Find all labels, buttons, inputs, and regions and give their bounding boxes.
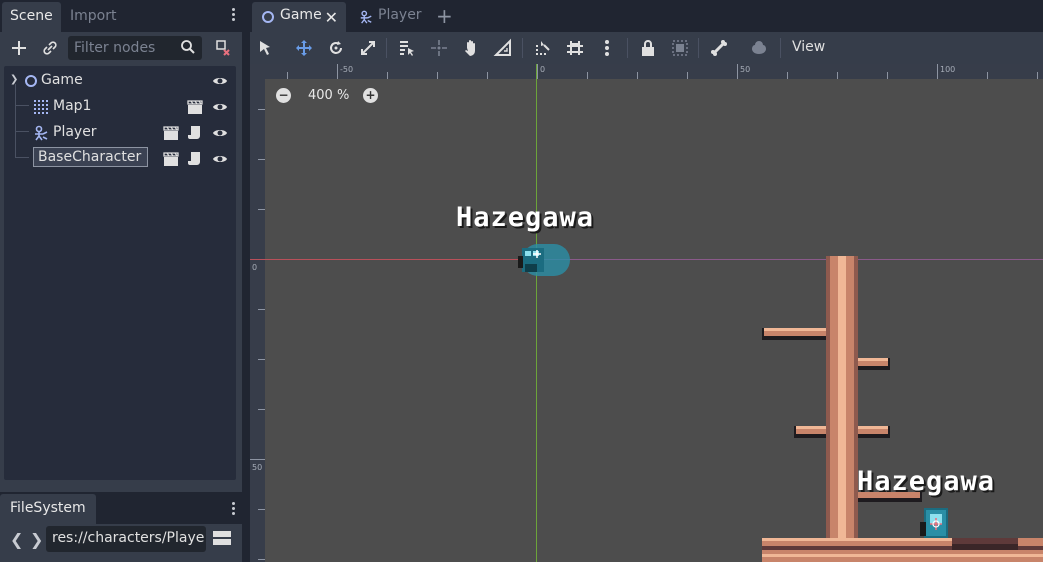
tree-item-label: Player: [53, 124, 97, 140]
scene-tab-label: Player: [378, 7, 422, 23]
ruler-label: 50: [252, 463, 263, 472]
tilemap-icon: [34, 100, 48, 114]
clapperboard-icon[interactable]: [163, 125, 179, 141]
scene-tab-label: Game: [280, 7, 322, 23]
tree-item-label: Map1: [53, 98, 92, 114]
filter-nodes-field[interactable]: [68, 36, 202, 60]
ruler-label: -50: [340, 65, 354, 74]
select-mode-icon[interactable]: [255, 38, 275, 58]
clapperboard-icon[interactable]: [163, 151, 179, 167]
canvas-viewport[interactable]: -50 0 50 100 0 50 − 400 % + Hazegawa Haz…: [250, 64, 1043, 562]
dock-tabs: Scene Import: [0, 0, 242, 32]
tree-item-game[interactable]: ❯ Game: [4, 68, 236, 94]
pan-mode-icon[interactable]: [461, 38, 481, 58]
lock-icon[interactable]: [638, 38, 658, 58]
visibility-eye-icon[interactable]: [212, 151, 228, 167]
ruler-left[interactable]: 0 50: [250, 79, 265, 562]
add-tab-icon[interactable]: +: [436, 4, 453, 28]
ruler-label: 100: [940, 65, 956, 74]
y-axis-line: [536, 64, 537, 562]
script-icon[interactable]: [187, 151, 203, 167]
dock-menu-icon[interactable]: [230, 502, 236, 518]
tree-item-basecharacter[interactable]: BaseCharacter: [4, 146, 236, 172]
scene-tab-game[interactable]: Game ✕: [252, 2, 346, 32]
kinematic-body-icon: [360, 10, 372, 24]
tilemap-platforms: [762, 256, 1043, 562]
zoom-level[interactable]: 400 %: [308, 88, 349, 103]
bone-icon[interactable]: [709, 38, 729, 58]
visibility-eye-icon[interactable]: [212, 125, 228, 141]
more-options-icon[interactable]: [597, 38, 617, 58]
ruler-top[interactable]: -50 0 50 100: [265, 64, 1043, 79]
ruler-mode-icon[interactable]: [493, 38, 513, 58]
animation-key-icon[interactable]: [749, 38, 769, 58]
tab-import[interactable]: Import: [62, 2, 124, 32]
smart-snap-icon[interactable]: [533, 38, 553, 58]
visibility-eye-icon[interactable]: [212, 73, 228, 89]
filter-nodes-input[interactable]: [74, 39, 178, 57]
kinematic-body-icon: [35, 125, 48, 141]
tree-item-map1[interactable]: Map1: [4, 94, 236, 120]
script-remove-icon[interactable]: [212, 38, 232, 58]
main-editor: Game ✕ Player + View -50 0 50 100 0 50 −…: [250, 0, 1043, 562]
visibility-eye-icon[interactable]: [212, 99, 228, 115]
expand-arrow-icon[interactable]: ❯: [10, 74, 18, 85]
scene-tree: ❯ Game Map1 Player BaseCharacter: [4, 66, 236, 480]
ruler-label: 0: [252, 263, 258, 272]
scene-tab-player[interactable]: Player: [350, 2, 440, 32]
view-menu-button[interactable]: View: [792, 39, 825, 55]
scene-tabs: Game ✕ Player +: [250, 0, 1043, 32]
canvas-toolbar: View: [250, 32, 1043, 64]
basecharacter-sprite[interactable]: [918, 506, 952, 542]
filesystem-body: ❮ ❯ res://characters/Playe: [0, 524, 242, 562]
tree-item-label: BaseCharacter: [33, 147, 149, 167]
filesystem-panel: FileSystem ❮ ❯ res://characters/Playe: [0, 492, 242, 562]
ruler-label: 0: [540, 65, 546, 74]
group-icon[interactable]: [670, 38, 690, 58]
close-icon[interactable]: ✕: [325, 8, 338, 27]
left-dock: Scene Import ❯: [0, 0, 242, 562]
grid-snap-icon[interactable]: [565, 38, 585, 58]
scene-panel: ❯ Game Map1 Player: [0, 32, 242, 492]
zoom-in-button[interactable]: +: [363, 88, 378, 103]
scale-mode-icon[interactable]: [358, 38, 378, 58]
clapperboard-icon[interactable]: [187, 99, 203, 115]
tab-scene[interactable]: Scene: [2, 2, 61, 32]
dock-menu-icon[interactable]: [230, 8, 236, 24]
node2d-icon: [262, 11, 274, 23]
instance-link-icon[interactable]: [40, 38, 60, 58]
back-arrow-icon[interactable]: ❮: [10, 530, 23, 549]
pivot-mode-icon[interactable]: [429, 38, 449, 58]
character-name-label: Hazegawa: [456, 202, 595, 233]
tree-item-label: Game: [41, 72, 83, 88]
forward-arrow-icon[interactable]: ❯: [30, 530, 43, 549]
ruler-corner: [250, 64, 265, 79]
search-icon: [181, 40, 195, 54]
scene-toolbar: [0, 32, 242, 64]
add-node-icon[interactable]: [9, 38, 29, 58]
move-mode-icon[interactable]: [294, 38, 314, 58]
tree-item-player[interactable]: Player: [4, 120, 236, 146]
script-icon[interactable]: [187, 125, 203, 141]
split-layout-icon[interactable]: [213, 530, 231, 546]
tab-filesystem[interactable]: FileSystem: [0, 494, 96, 524]
zoom-out-button[interactable]: −: [276, 88, 291, 103]
ruler-label: 50: [740, 65, 751, 74]
rotate-mode-icon[interactable]: [326, 38, 346, 58]
path-field[interactable]: res://characters/Playe: [46, 526, 206, 552]
dock-splitter[interactable]: [242, 0, 250, 562]
list-select-icon[interactable]: [397, 38, 417, 58]
node2d-icon: [25, 75, 37, 87]
player-sprite[interactable]: [516, 242, 572, 278]
